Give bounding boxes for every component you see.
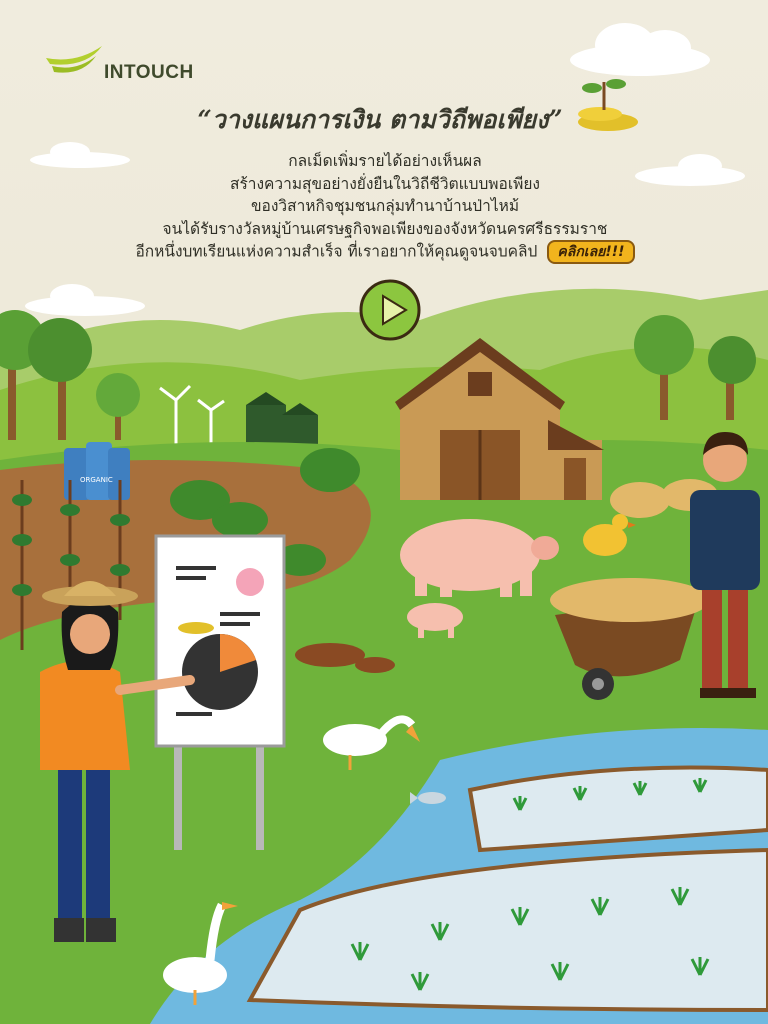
description-line: กลเม็ดเพิ่มรายได้อย่างเห็นผล [288, 152, 482, 170]
description-line: อีกหนึ่งบทเรียนแห่งความสำเร็จ ที่เราอยาก… [135, 242, 538, 261]
description: กลเม็ดเพิ่มรายได้อย่างเห็นผล สร้างความสุ… [90, 150, 680, 264]
description-line-cta: อีกหนึ่งบทเรียนแห่งความสำเร็จ ที่เราอยาก… [90, 240, 680, 264]
play-button[interactable] [358, 278, 422, 342]
description-line: จนได้รับรางวัลหมู่บ้านเศรษฐกิจพอเพียงของ… [162, 219, 608, 238]
brand-name: INTOUCH [104, 62, 194, 83]
description-line: สร้างความสุขอย่างยั่งยืนในวิถีชีวิตแบบพอ… [230, 174, 540, 193]
page-title: “วางแผนการเงิน ตามวิถีพอเพียง” [197, 105, 563, 134]
description-line: ของวิสาหกิจชุมชนกลุ่มทำนาบ้านป่าไหม้ [250, 197, 520, 215]
intouch-logo-icon [46, 46, 102, 73]
play-icon [359, 279, 421, 341]
click-now-button[interactable]: คลิกเลย!!! [547, 240, 635, 264]
brand-logo[interactable]: INTOUCH [46, 44, 216, 86]
organic-label: ORGANIC [80, 476, 113, 484]
